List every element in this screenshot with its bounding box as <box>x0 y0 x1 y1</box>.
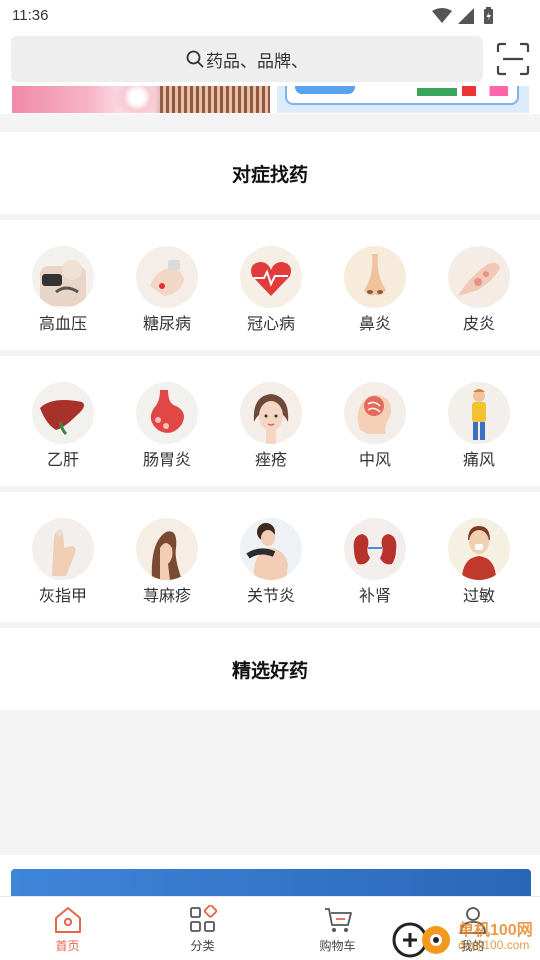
acne-icon <box>240 382 302 444</box>
watermark-logo-icon <box>392 922 450 958</box>
banner-strip <box>0 86 540 114</box>
product-image <box>417 88 457 96</box>
tab-label: 购物车 <box>319 939 356 953</box>
blossom-image <box>107 86 167 113</box>
symptom-label: 中风 <box>358 452 391 469</box>
symptom-label: 鼻炎 <box>358 316 391 333</box>
symptom-label: 皮炎 <box>462 316 495 333</box>
symptom-item-nail-fungus[interactable]: 灰指甲 <box>13 492 113 622</box>
kidney-icon <box>344 518 406 580</box>
search-row: 药品、品牌、 <box>0 32 540 86</box>
symptom-label: 过敏 <box>462 588 495 605</box>
symptom-row-2: 乙肝 肠胃炎 痤疮 中风 痛风 <box>0 356 540 486</box>
symptom-label: 痤疮 <box>254 452 287 469</box>
wifi-icon <box>432 8 452 23</box>
symptom-item-dermatitis[interactable]: 皮炎 <box>429 220 529 350</box>
promo-banner-right[interactable] <box>277 86 529 113</box>
banner-decoration <box>160 86 270 113</box>
home-icon <box>55 907 81 933</box>
tab-label: 首页 <box>55 939 80 953</box>
search-box[interactable]: 药品、品牌、 <box>11 36 483 82</box>
symptom-item-gastroenteritis[interactable]: 肠胃炎 <box>117 356 217 486</box>
symptom-label: 糖尿病 <box>142 316 191 333</box>
tab-cart[interactable]: 购物车 <box>270 897 405 960</box>
symptom-item-allergy[interactable]: 过敏 <box>429 492 529 622</box>
symptoms-section-title: 对症找药 <box>0 132 540 214</box>
search-input[interactable]: 药品、品牌、 <box>11 36 483 82</box>
nose-icon <box>344 246 406 308</box>
status-icons <box>432 7 493 24</box>
promo-banner-left[interactable] <box>12 86 270 113</box>
symptom-label: 冠心病 <box>246 316 295 333</box>
symptom-item-rhinitis[interactable]: 鼻炎 <box>325 220 425 350</box>
promo-banner-bottom[interactable] <box>11 869 531 899</box>
status-time: 11:36 <box>12 7 49 24</box>
symptom-item-stroke[interactable]: 中风 <box>325 356 425 486</box>
stomach-icon <box>136 382 198 444</box>
tab-category[interactable]: 分类 <box>135 897 270 960</box>
scan-icon[interactable] <box>496 42 530 76</box>
symptom-row-1: 高血压 糖尿病 冠心病 鼻炎 皮炎 <box>0 220 540 350</box>
brain-icon <box>344 382 406 444</box>
symptom-item-hives[interactable]: 荨麻疹 <box>117 492 217 622</box>
symptom-label: 高血压 <box>38 316 87 333</box>
tab-home[interactable]: 首页 <box>0 897 135 960</box>
symptom-item-acne[interactable]: 痤疮 <box>221 356 321 486</box>
symptom-label: 肠胃炎 <box>142 452 191 469</box>
symptom-item-diabetes[interactable]: 糖尿病 <box>117 220 217 350</box>
divider <box>0 114 540 132</box>
symptom-label: 乙肝 <box>46 452 79 469</box>
banner-pill <box>295 86 355 94</box>
watermark: 单机100网 danji100.com <box>390 912 540 960</box>
featured-section-title: 精选好药 <box>0 628 540 710</box>
skin-icon <box>448 246 510 308</box>
nail-fungus-icon <box>32 518 94 580</box>
symptom-item-kidney[interactable]: 补肾 <box>325 492 425 622</box>
blood-pressure-icon <box>32 246 94 308</box>
symptom-label: 痛风 <box>462 452 495 469</box>
watermark-url: danji100.com <box>458 938 530 952</box>
symptom-row-3: 灰指甲 荨麻疹 关节炎 补肾 过敏 <box>0 492 540 622</box>
signal-icon <box>458 8 474 24</box>
liver-icon <box>32 382 94 444</box>
search-placeholder: 药品、品牌、 <box>206 51 308 71</box>
symptom-item-hepatitis-b[interactable]: 乙肝 <box>13 356 113 486</box>
tab-label: 分类 <box>190 939 215 953</box>
banner-frame <box>285 86 519 105</box>
symptom-item-arthritis[interactable]: 关节炎 <box>221 492 321 622</box>
symptom-label: 补肾 <box>358 588 391 605</box>
symptom-item-hypertension[interactable]: 高血压 <box>13 220 113 350</box>
category-icon <box>190 905 218 932</box>
diabetes-icon <box>136 246 198 308</box>
symptom-item-heart-disease[interactable]: 冠心病 <box>221 220 321 350</box>
featured-products-area <box>0 710 540 855</box>
hives-icon <box>136 518 198 580</box>
joint-icon <box>240 518 302 580</box>
symptom-label: 荨麻疹 <box>142 588 191 605</box>
symptom-item-gout[interactable]: 痛风 <box>429 356 529 486</box>
symptom-label: 灰指甲 <box>38 588 87 605</box>
status-bar: 11:36 <box>0 0 540 32</box>
symptom-label: 关节炎 <box>246 588 295 605</box>
allergy-icon <box>448 518 510 580</box>
divider <box>0 855 540 869</box>
cart-icon <box>325 908 352 932</box>
watermark-text: 单机100网 <box>458 922 533 939</box>
product-image <box>462 86 508 96</box>
search-icon <box>186 50 204 68</box>
gout-icon <box>448 382 510 444</box>
heart-disease-icon <box>240 246 302 308</box>
